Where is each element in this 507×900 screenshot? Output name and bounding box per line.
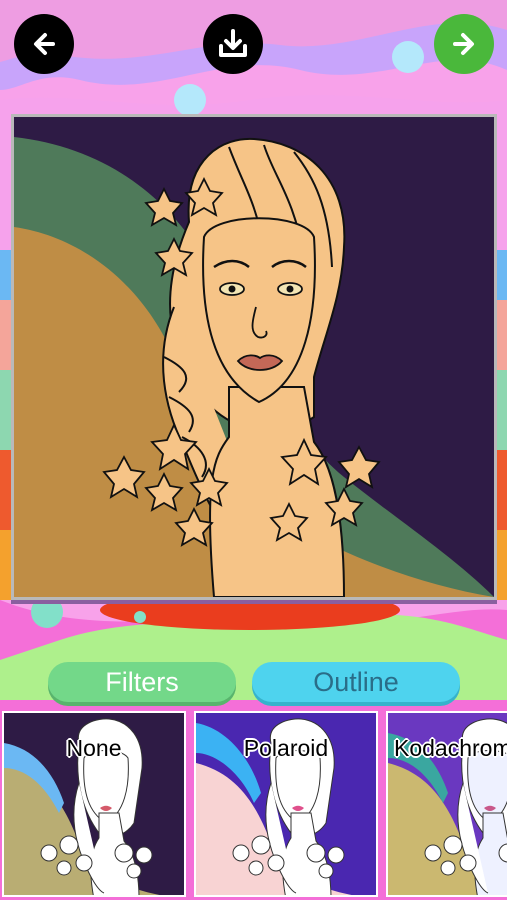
filter-label-polaroid: Polaroid — [243, 735, 329, 761]
woman-portrait-artwork — [14, 117, 494, 597]
filter-thumbnail-none[interactable]: None — [2, 711, 186, 897]
filter-strip[interactable]: None Polaroid Kodachro — [0, 709, 507, 900]
artwork-canvas[interactable] — [11, 114, 497, 600]
top-toolbar — [0, 0, 507, 90]
next-button[interactable] — [434, 14, 494, 74]
tab-outline[interactable]: Outline — [252, 662, 460, 702]
download-icon — [219, 29, 247, 57]
filter-label-none: None — [66, 735, 122, 761]
tab-outline-label: Outline — [313, 666, 399, 697]
filter-thumbnail-kodachrome[interactable]: Kodachrome — [386, 711, 507, 897]
tab-filters[interactable]: Filters — [48, 662, 236, 702]
tab-filters-label: Filters — [105, 666, 179, 697]
filter-thumbnail-polaroid[interactable]: Polaroid — [194, 711, 378, 897]
filter-label-kodachrome: Kodachrome — [394, 735, 507, 761]
back-button[interactable] — [14, 14, 74, 74]
arrow-right-icon — [453, 33, 474, 55]
arrow-left-icon — [34, 33, 55, 55]
download-button[interactable] — [203, 14, 263, 74]
